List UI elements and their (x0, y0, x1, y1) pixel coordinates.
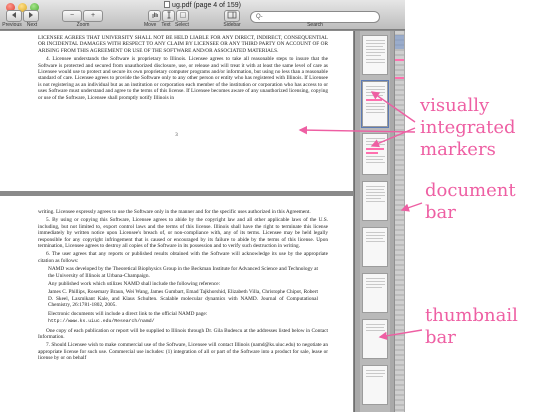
search-label: Search (307, 22, 323, 28)
page-thumbnail[interactable] (362, 35, 388, 75)
previous-page-button[interactable] (6, 10, 22, 22)
citation-quote: Electronic documents will include a dire… (48, 310, 208, 317)
toolbar: ug.pdf (page 4 of 159) Previous Next − +… (0, 0, 405, 30)
zoom-out-button[interactable]: − (62, 10, 82, 22)
page-3-text: LICENSEE AGREES THAT UNIVERSITY SHALL NO… (38, 35, 328, 103)
triangle-left-icon (12, 12, 16, 18)
annotation-line: document (425, 180, 516, 201)
window-title-container: ug.pdf (page 4 of 159) (0, 1, 405, 9)
zoom-in-button[interactable]: + (83, 10, 103, 22)
reference-quote: James C. Phillips, Rosemary Braun, Wei W… (48, 289, 318, 309)
previous-label: Previous (2, 22, 22, 28)
search-marker (366, 148, 384, 150)
thumbnail-bar[interactable] (360, 31, 390, 412)
arrow-to-document-bar (400, 202, 423, 212)
move-label: Move (144, 22, 157, 28)
text-tool-button[interactable] (162, 10, 175, 22)
page-thumbnail[interactable] (362, 181, 388, 221)
select-tool-button[interactable] (176, 10, 189, 22)
annotation-line: thumbnail (425, 305, 518, 326)
next-page-button[interactable] (23, 10, 39, 22)
citation-quote: NAMD was developed by the Theoretical Bi… (48, 266, 318, 279)
paragraph: 6. The user agrees that any reports or p… (38, 251, 328, 264)
thumbnail-sidebar (354, 31, 405, 412)
text-label: Text (161, 22, 171, 28)
hand-icon (152, 12, 158, 18)
annotation-document-bar: document bar (425, 180, 516, 224)
document-bar[interactable] (394, 31, 404, 412)
triangle-right-icon (29, 12, 33, 18)
next-label: Next (26, 22, 38, 28)
paragraph: One copy of each publication or report w… (38, 327, 328, 340)
move-tool-button[interactable] (148, 10, 161, 22)
pdf-viewer-window: ug.pdf (page 4 of 159) Previous Next − +… (0, 0, 405, 412)
paragraph: 5. By using or copying this Software, Li… (38, 217, 328, 250)
search-marker (366, 152, 378, 154)
document-bar-viewport[interactable] (395, 35, 404, 49)
page-thumbnail[interactable] (362, 227, 388, 267)
paragraph: 7. Should Licensee wish to make commerci… (38, 342, 328, 362)
text-cursor-icon (167, 11, 170, 19)
page-4-text: writing. Licensee expressly agrees to us… (38, 209, 328, 364)
document-icon (164, 1, 171, 8)
page-thumbnail[interactable] (362, 365, 388, 405)
page-thumbnail-current[interactable] (361, 80, 389, 128)
namd-url[interactable]: http://www.ks.uiuc.edu/Research/namd/ (38, 319, 328, 325)
sidebar-toggle-button[interactable] (224, 10, 240, 22)
pdf-page-3: LICENSEE AGREES THAT UNIVERSITY SHALL NO… (0, 31, 353, 191)
window-title: ug.pdf (page 4 of 159) (172, 2, 241, 9)
page-thumbnail[interactable] (362, 133, 388, 175)
page-thumbnail[interactable] (362, 273, 388, 313)
dashed-rectangle-icon (179, 12, 186, 18)
annotation-line: visually (420, 95, 490, 116)
paragraph: writing. Licensee expressly agrees to us… (38, 209, 311, 215)
select-label: Select (175, 22, 189, 28)
annotation-line: bar (425, 327, 456, 348)
search-marker (366, 99, 382, 101)
annotation-line: bar (425, 202, 456, 223)
paragraph: LICENSEE AGREES THAT UNIVERSITY SHALL NO… (38, 35, 328, 54)
page-thumbnail[interactable] (362, 319, 388, 359)
sidebar-label: Sidebar (223, 22, 241, 28)
paragraph: 4. Licensee understands the Software is … (38, 56, 328, 101)
sidebar-panel-icon (227, 11, 237, 19)
citation-quote: Any published work which utilizes NAMD s… (48, 281, 221, 288)
search-marker (395, 59, 404, 61)
annotation-line: markers (420, 139, 496, 160)
search-placeholder: Q- (256, 14, 263, 20)
annotation-line: integrated (420, 117, 516, 138)
annotation-visually-integrated-markers: visually integrated markers (420, 95, 516, 161)
zoom-label: Zoom (76, 22, 90, 28)
search-marker (395, 77, 404, 79)
annotation-thumbnail-bar: thumbnail bar (425, 305, 518, 349)
page-number: 3 (175, 133, 178, 138)
pdf-page-4: writing. Licensee expressly agrees to us… (0, 196, 353, 412)
